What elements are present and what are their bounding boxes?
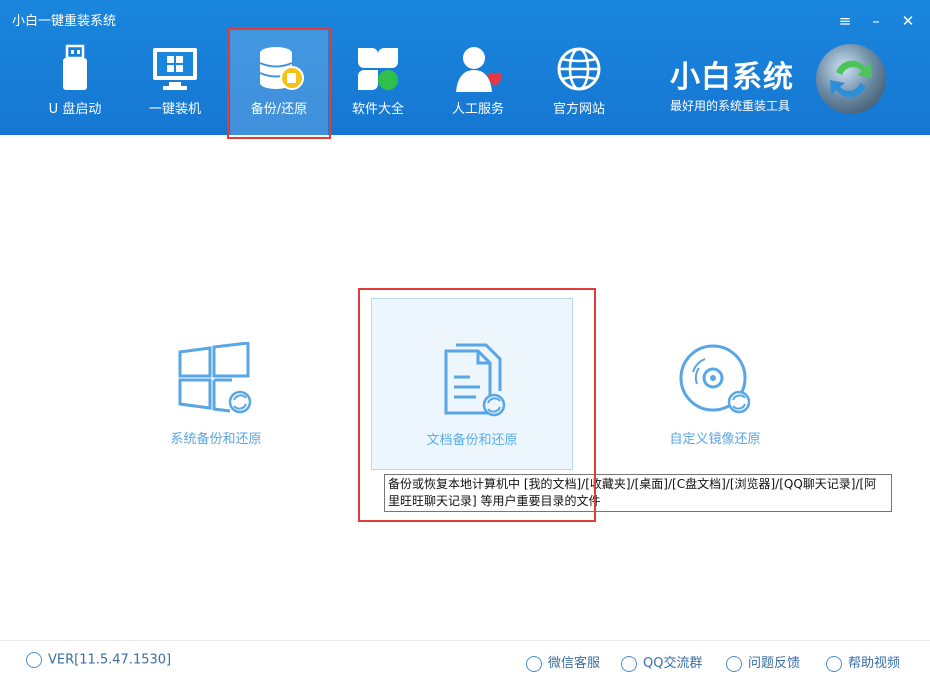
highlight-box-option: [358, 288, 596, 522]
disc-restore-icon: [679, 344, 751, 414]
system-backup-option[interactable]: 系统备份和还原: [116, 298, 316, 468]
minimize-icon[interactable]: –: [864, 10, 888, 32]
menu-icon[interactable]: ≡: [833, 10, 857, 32]
nav-software[interactable]: 软件大全: [328, 28, 428, 135]
qq-icon: [621, 655, 637, 672]
footer-feedback[interactable]: 问题反馈: [726, 652, 800, 672]
version-info: VER[11.5.47.1530]: [26, 652, 171, 668]
feedback-icon: [726, 655, 742, 672]
brand-name: 小白系统: [670, 60, 794, 95]
nav-label: U 盘启动: [48, 102, 102, 117]
nav-label: 一键装机: [148, 102, 201, 117]
brand-tagline: 最好用的系统重装工具: [670, 99, 791, 113]
header-bar: 小白一键重装系统 ≡ – ✕ U 盘启动 一键装机 备份/还原 软件大全 人工服…: [0, 0, 930, 135]
brand-logo: [816, 44, 886, 114]
footer-link-label: 问题反馈: [748, 656, 801, 671]
option-label: 系统备份和还原: [170, 432, 262, 447]
nav-official-site[interactable]: 官方网站: [529, 28, 629, 135]
windows-restore-icon: [178, 342, 252, 414]
nav-manual-service[interactable]: 人工服务: [428, 28, 528, 135]
person-heart-icon: [456, 47, 502, 92]
footer-link-label: 帮助视频: [848, 656, 901, 671]
globe-icon: [557, 47, 601, 91]
custom-image-option[interactable]: 自定义镜像还原: [615, 298, 815, 468]
wechat-icon: [526, 655, 542, 672]
highlight-box-nav: [227, 28, 331, 139]
refresh-logo-icon: [830, 60, 872, 98]
footer-qq-group[interactable]: QQ交流群: [621, 652, 702, 672]
version-label: VER[11.5.47.1530]: [48, 652, 172, 668]
nav-label: 软件大全: [351, 102, 404, 117]
info-icon: [26, 652, 42, 668]
nav-label: 人工服务: [451, 102, 504, 117]
footer-help-video[interactable]: 帮助视频: [826, 652, 900, 672]
nav-usb-boot[interactable]: U 盘启动: [25, 28, 125, 135]
window-title: 小白一键重装系统: [12, 14, 117, 29]
monitor-windows-icon: [153, 48, 197, 90]
nav-one-click-install[interactable]: 一键装机: [125, 28, 225, 135]
usb-icon: [63, 44, 87, 90]
main-window: 小白一键重装系统 ≡ – ✕ U 盘启动 一键装机 备份/还原 软件大全 人工服…: [0, 0, 930, 681]
option-label: 自定义镜像还原: [669, 432, 761, 447]
help-icon: [826, 655, 842, 672]
nav-label: 官方网站: [552, 102, 605, 117]
footer-link-label: 微信客服: [548, 656, 601, 671]
footer-link-label: QQ交流群: [643, 656, 703, 671]
footer-wechat-service[interactable]: 微信客服: [526, 652, 600, 672]
apps-icon: [358, 48, 398, 90]
footer-bar: VER[11.5.47.1530] 微信客服 QQ交流群 问题反馈 帮助视频: [0, 640, 930, 681]
close-icon[interactable]: ✕: [896, 10, 920, 32]
